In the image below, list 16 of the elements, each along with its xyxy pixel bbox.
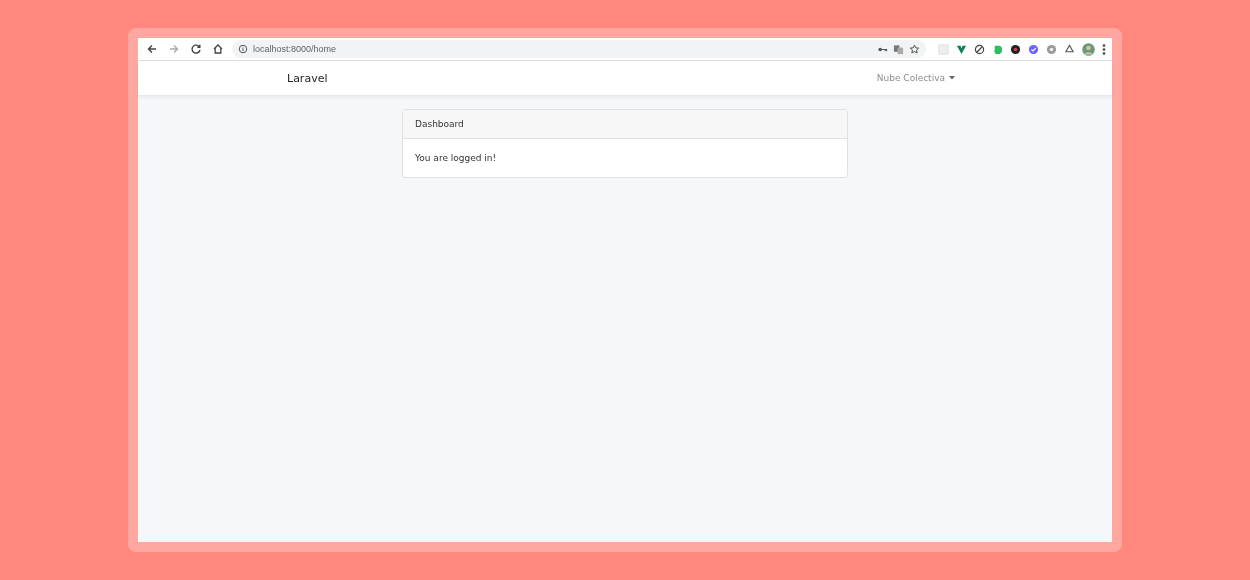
user-menu[interactable]: Nube Colectiva: [872, 71, 959, 85]
info-icon: [238, 44, 248, 54]
brand-link[interactable]: Laravel: [287, 71, 328, 85]
extension-icon[interactable]: [1010, 43, 1021, 55]
reload-icon[interactable]: [190, 43, 202, 55]
extension-icon[interactable]: [974, 43, 985, 55]
menu-icon[interactable]: [1102, 43, 1106, 55]
card-header: Dashboard: [403, 110, 847, 139]
url-text[interactable]: localhost:8000/home: [253, 44, 337, 54]
caret-icon: [949, 76, 955, 80]
home-icon[interactable]: [212, 43, 224, 55]
back-icon[interactable]: [146, 43, 158, 55]
star-icon[interactable]: [909, 43, 920, 55]
avatar-icon[interactable]: [1082, 42, 1095, 56]
translate-icon[interactable]: [893, 43, 904, 55]
status-message: You are logged in!: [414, 152, 498, 165]
